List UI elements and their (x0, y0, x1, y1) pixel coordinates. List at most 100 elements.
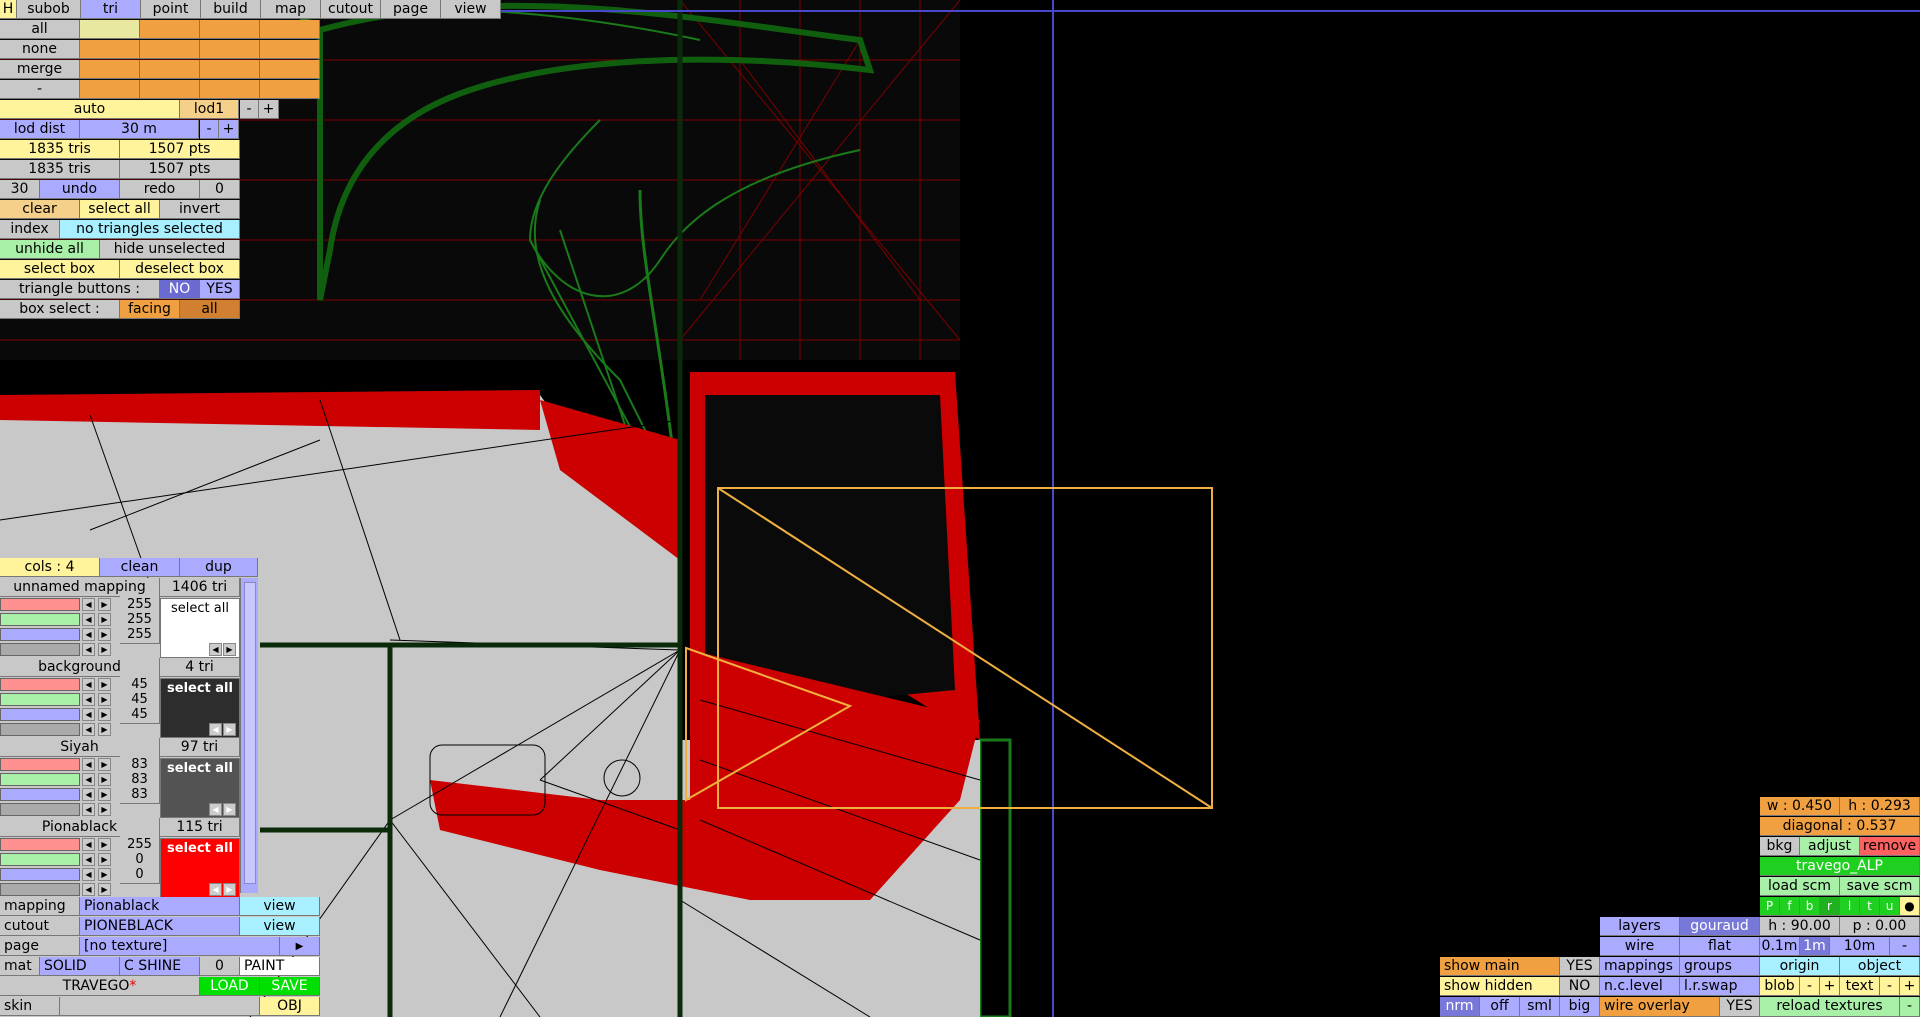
mapping-value[interactable]: Pionablack (80, 897, 240, 916)
show-hidden-button[interactable]: show hidden (1440, 977, 1560, 996)
materials-scrollbar[interactable] (240, 578, 258, 893)
page-value[interactable]: [no texture] (80, 937, 280, 956)
g-slider[interactable] (0, 693, 80, 706)
g-slider[interactable] (0, 773, 80, 786)
increase-icon[interactable]: ▶ (98, 803, 111, 816)
save-button[interactable]: SAVE (260, 977, 320, 996)
redo-button[interactable]: redo (120, 180, 200, 199)
h-button[interactable]: H (0, 0, 17, 19)
record-icon[interactable]: ● (1900, 897, 1920, 916)
clear-button[interactable]: clear (0, 200, 80, 219)
blob-button[interactable]: blob (1760, 977, 1800, 996)
tab-view[interactable]: view (441, 0, 501, 19)
tab-tri[interactable]: tri (81, 0, 141, 19)
groups-button[interactable]: groups (1680, 957, 1760, 976)
decrease-icon[interactable]: ◀ (82, 758, 95, 771)
selection-slot[interactable] (140, 20, 200, 39)
decrease-icon[interactable]: ◀ (82, 693, 95, 706)
select-all-button[interactable]: select all (167, 841, 233, 856)
unhide-all-button[interactable]: unhide all (0, 240, 100, 259)
decrease-icon[interactable]: ◀ (82, 723, 95, 736)
material-swatch[interactable]: select all ◀ ▶ (160, 678, 240, 738)
selection-slot[interactable] (80, 40, 140, 59)
mappings-button[interactable]: mappings (1600, 957, 1680, 976)
nrm-button[interactable]: nrm (1440, 997, 1480, 1017)
select-none-button[interactable]: none (0, 40, 80, 59)
r-slider[interactable] (0, 598, 80, 611)
next-icon[interactable]: ▶ (223, 643, 236, 656)
increase-icon[interactable]: ▶ (98, 613, 111, 626)
tab-map[interactable]: map (261, 0, 321, 19)
increase-icon[interactable]: ▶ (98, 723, 111, 736)
material-swatch[interactable]: select all ◀ ▶ (160, 758, 240, 818)
adjust-button[interactable]: adjust (1800, 837, 1860, 856)
view-u-button[interactable]: u (1880, 897, 1900, 916)
index-button[interactable]: index (0, 220, 60, 239)
text-plus-button[interactable]: + (1900, 977, 1920, 996)
remove-button[interactable]: remove (1860, 837, 1920, 856)
r-slider[interactable] (0, 838, 80, 851)
b-slider[interactable] (0, 868, 80, 881)
material-swatch[interactable]: select all ◀ ▶ (160, 838, 240, 898)
decrease-icon[interactable]: ◀ (82, 883, 95, 896)
next-icon[interactable]: ▶ (223, 803, 236, 816)
layers-button[interactable]: layers (1600, 917, 1680, 936)
solid-button[interactable]: SOLID (40, 957, 120, 976)
g-slider[interactable] (0, 613, 80, 626)
selection-slot[interactable] (260, 20, 320, 39)
r-slider[interactable] (0, 678, 80, 691)
page-next-icon[interactable]: ▶ (280, 937, 320, 956)
show-hidden-value[interactable]: NO (1560, 977, 1600, 996)
a-slider[interactable] (0, 803, 80, 816)
selection-slot[interactable] (140, 60, 200, 79)
material-name[interactable]: Pionablack (0, 818, 160, 837)
increase-icon[interactable]: ▶ (98, 883, 111, 896)
hide-unselected-button[interactable]: hide unselected (100, 240, 240, 259)
decrease-icon[interactable]: ◀ (82, 853, 95, 866)
tab-subob[interactable]: subob (17, 0, 81, 19)
b-slider[interactable] (0, 788, 80, 801)
selection-slot[interactable] (200, 40, 260, 59)
show-main-value[interactable]: YES (1560, 957, 1600, 976)
show-main-button[interactable]: show main (1440, 957, 1560, 976)
select-all-button[interactable]: select all (167, 761, 233, 776)
step-01m-button[interactable]: 0.1m (1760, 937, 1800, 956)
increase-icon[interactable]: ▶ (98, 868, 111, 881)
blob-minus-button[interactable]: - (1800, 977, 1820, 996)
increase-icon[interactable]: ▶ (98, 628, 111, 641)
selection-slot[interactable] (260, 80, 320, 99)
lod-plus-button[interactable]: + (259, 100, 279, 119)
object-button[interactable]: object (1840, 957, 1920, 976)
load-scm-button[interactable]: load scm (1760, 877, 1840, 896)
a-slider[interactable] (0, 643, 80, 656)
deselect-box-button[interactable]: deselect box (120, 260, 240, 279)
step-1m-button[interactable]: 1m (1800, 937, 1830, 956)
triangle-buttons-no[interactable]: NO (160, 280, 200, 299)
increase-icon[interactable]: ▶ (98, 773, 111, 786)
prev-icon[interactable]: ◀ (209, 643, 222, 656)
selection-slot[interactable] (260, 60, 320, 79)
clean-button[interactable]: clean (100, 558, 180, 577)
view-r-button[interactable]: r (1820, 897, 1840, 916)
b-slider[interactable] (0, 628, 80, 641)
select-all-button[interactable]: select all (80, 200, 160, 219)
r-slider[interactable] (0, 758, 80, 771)
wire-overlay-button[interactable]: wire overlay (1600, 997, 1720, 1017)
view-b-button[interactable]: b (1800, 897, 1820, 916)
selection-slot[interactable] (200, 60, 260, 79)
gouraud-button[interactable]: gouraud (1680, 917, 1760, 936)
increase-icon[interactable]: ▶ (98, 788, 111, 801)
increase-icon[interactable]: ▶ (98, 643, 111, 656)
selection-slot[interactable] (80, 60, 140, 79)
load-button[interactable]: LOAD (200, 977, 260, 996)
undo-button[interactable]: undo (40, 180, 120, 199)
decrease-icon[interactable]: ◀ (82, 838, 95, 851)
selection-slot[interactable] (80, 20, 140, 39)
material-name[interactable]: unnamed mapping (0, 578, 160, 597)
select-all-button[interactable]: select all (167, 681, 233, 696)
decrease-icon[interactable]: ◀ (82, 628, 95, 641)
tab-page[interactable]: page (381, 0, 441, 19)
tab-cutout[interactable]: cutout (321, 0, 381, 19)
3d-viewport[interactable] (0, 0, 1920, 1017)
nc-level-button[interactable]: n.c.level (1600, 977, 1680, 996)
